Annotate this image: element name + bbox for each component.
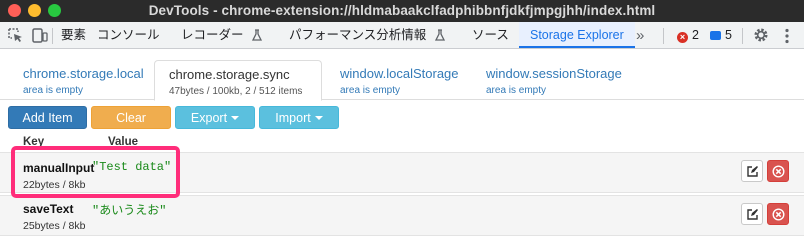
device-toolbar-icon[interactable] (32, 27, 48, 49)
delete-icon (772, 165, 785, 183)
storage-tab-subtitle: area is empty (486, 85, 547, 96)
settings-gear-icon[interactable] (752, 26, 770, 49)
toolbar-divider (52, 28, 53, 44)
inspect-element-icon[interactable] (7, 27, 24, 49)
edit-icon (746, 165, 759, 183)
tab-window-localstorage[interactable]: window.localStorage area is empty (326, 60, 473, 100)
item-size: 25bytes / 8kb (23, 220, 86, 232)
storage-tab-title: window.localStorage (340, 66, 459, 81)
flask-icon (434, 24, 445, 51)
tab-chrome-storage-sync[interactable]: chrome.storage.sync 47bytes / 100kb, 2 /… (154, 60, 322, 101)
delete-button[interactable] (767, 160, 789, 182)
storage-tab-subtitle: 47bytes / 100kb, 2 / 512 items (169, 86, 303, 97)
import-dropdown-button[interactable]: Import (259, 106, 339, 129)
more-tabs-icon[interactable]: » (636, 22, 644, 48)
tab-recorder-label: レコーダー (181, 28, 244, 42)
message-count: 5 (725, 28, 732, 42)
window-title: DevTools - chrome-extension://hldmabaakc… (148, 3, 656, 18)
clear-button[interactable]: Clear (91, 106, 171, 129)
export-label: Export (190, 111, 228, 125)
add-item-button[interactable]: Add Item (8, 106, 87, 129)
import-label: Import (275, 111, 311, 125)
edit-button[interactable] (741, 160, 763, 182)
edit-button[interactable] (741, 203, 763, 225)
export-dropdown-button[interactable]: Export (175, 106, 255, 129)
tab-chrome-storage-local[interactable]: chrome.storage.local area is empty (9, 60, 158, 100)
storage-tab-title: window.sessionStorage (486, 66, 622, 81)
storage-tab-title: chrome.storage.local (23, 66, 144, 81)
window-title-bar: DevTools - chrome-extension://hldmabaakc… (0, 0, 804, 22)
toolbar-divider (663, 28, 664, 44)
error-counter[interactable]: × 2 (677, 22, 699, 48)
tab-performance-insights-label: パフォーマンス分析情報 (289, 28, 427, 42)
storage-tab-subtitle: area is empty (340, 85, 401, 96)
delete-button[interactable] (767, 203, 789, 225)
highlight-annotation-box (11, 146, 180, 198)
caret-down-icon (231, 116, 240, 120)
tab-window-sessionstorage[interactable]: window.sessionStorage area is empty (472, 60, 636, 100)
tab-performance-insights[interactable]: パフォーマンス分析情報 (289, 22, 445, 48)
kebab-menu-icon[interactable] (784, 28, 790, 49)
item-key: saveText (23, 202, 74, 216)
message-counter[interactable]: 5 (710, 22, 732, 48)
tab-console[interactable]: コンソール (97, 22, 160, 48)
tab-recorder[interactable]: レコーダー (181, 22, 263, 51)
error-icon: × (677, 32, 688, 43)
delete-icon (772, 208, 785, 226)
devtools-tab-bar: 要素 コンソール レコーダー パフォーマンス分析情報 ソース Storage E… (0, 22, 804, 49)
error-count: 2 (692, 28, 699, 42)
tab-storage-explorer[interactable]: Storage Explorer (519, 22, 635, 48)
storage-tab-title: chrome.storage.sync (169, 67, 290, 82)
item-value[interactable]: "あいうえお" (92, 201, 166, 218)
tab-elements[interactable]: 要素 (61, 22, 86, 48)
tab-sources[interactable]: ソース (472, 22, 509, 48)
edit-icon (746, 208, 759, 226)
storage-tab-subtitle: area is empty (23, 85, 84, 96)
flask-icon (251, 24, 263, 51)
table-row: saveText "あいうえお" 25bytes / 8kb (0, 195, 804, 236)
toolbar-divider (742, 28, 743, 44)
storage-area-tabs: chrome.storage.local area is empty chrom… (0, 60, 804, 101)
caret-down-icon (314, 116, 323, 120)
message-icon (710, 31, 721, 40)
